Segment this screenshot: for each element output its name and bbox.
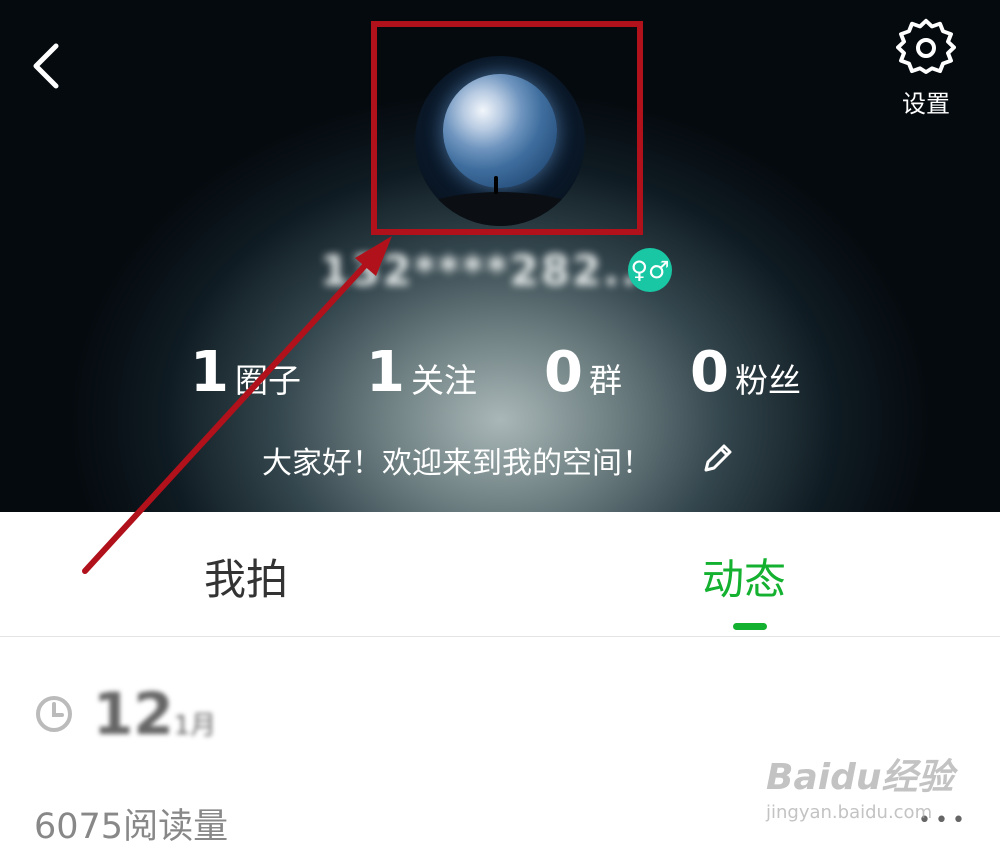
- gender-icon: ♀♂: [628, 248, 672, 292]
- stat-groups[interactable]: 0群: [544, 340, 622, 405]
- watermark-logo: Baidu经验: [766, 757, 954, 798]
- post-day: 12: [93, 680, 174, 748]
- stat-circles[interactable]: 1 圈子: [190, 340, 301, 405]
- post-month: 1月: [173, 711, 217, 741]
- settings-button[interactable]: 设置: [890, 18, 962, 118]
- pencil-icon: [704, 444, 732, 472]
- stat-label: 关注: [410, 360, 477, 400]
- annotation-highlight-box: [371, 21, 643, 235]
- active-tab-indicator: [733, 623, 767, 630]
- username: 132****282..: [320, 246, 640, 295]
- tab-photos[interactable]: 我拍: [204, 546, 288, 607]
- stat-value: 1: [190, 340, 229, 405]
- post-date: 121月: [93, 680, 216, 748]
- stat-label: 群: [588, 360, 622, 400]
- stat-value: 1: [366, 340, 405, 405]
- clock-icon: [34, 694, 74, 734]
- bio-text: 大家好！欢迎来到我的空间！: [262, 446, 652, 481]
- watermark-url: jingyan.baidu.com: [766, 802, 933, 823]
- read-count: 6075阅读量: [34, 807, 229, 847]
- divider: [0, 636, 1000, 637]
- stat-value: 0: [544, 340, 583, 405]
- settings-label: 设置: [902, 90, 950, 118]
- stat-value: 0: [690, 340, 729, 405]
- gear-icon: [896, 18, 956, 75]
- stat-label: 粉丝: [734, 360, 801, 400]
- edit-bio-button[interactable]: [700, 440, 736, 476]
- back-button[interactable]: [24, 36, 74, 96]
- tab-feed[interactable]: 动态: [702, 546, 786, 607]
- chevron-left-icon: [33, 43, 59, 89]
- stat-following[interactable]: 1 关注: [366, 340, 477, 405]
- stat-fans[interactable]: 0 粉丝: [690, 340, 801, 405]
- watermark: Baidu经验 jingyan.baidu.com: [766, 758, 996, 848]
- stat-label: 圈子: [234, 360, 301, 400]
